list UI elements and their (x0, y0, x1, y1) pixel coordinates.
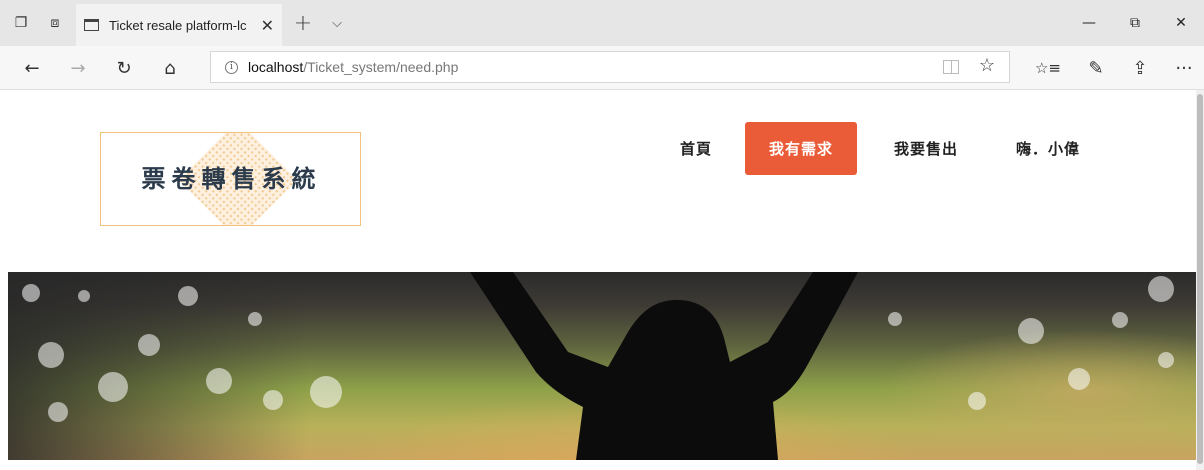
chevron-down-icon: ⌵ (332, 15, 342, 31)
tab-ticket-resale[interactable]: Ticket resale platform-lc ✕ (76, 4, 282, 46)
url-host: localhost (248, 59, 304, 75)
logo-text: 票卷轉售系統 (141, 165, 322, 193)
page-icon (84, 19, 99, 31)
back-button[interactable]: ← (12, 46, 52, 90)
favorites-list-icon: ☆≡ (1034, 59, 1061, 77)
close-icon: ✕ (1175, 15, 1187, 31)
browser-window: ❐ ⧈ Ticket resale platform-lc ✕ + ⌵ — ⧉ … (0, 0, 1204, 470)
arrow-left-icon: ← (24, 57, 40, 79)
nav-need[interactable]: 我有需求 (745, 122, 857, 175)
refresh-icon: ↻ (116, 57, 132, 79)
minimize-button[interactable]: — (1066, 0, 1112, 46)
hero-bottom-edge (8, 460, 1196, 470)
close-window-button[interactable]: ✕ (1158, 0, 1204, 46)
restore-icon: ⧉ (1130, 15, 1140, 31)
favorites-hub-button[interactable]: ☆≡ (1028, 46, 1068, 90)
home-icon: ⌂ (164, 57, 176, 79)
tab-bar: ❐ ⧈ Ticket resale platform-lc ✕ + ⌵ — ⧉ … (0, 0, 1204, 46)
scrollbar-thumb[interactable] (1197, 94, 1203, 464)
nav-sell[interactable]: 我要售出 (874, 122, 978, 175)
new-tab-button[interactable]: + (286, 0, 320, 46)
ink-button[interactable]: ✎ (1076, 46, 1116, 90)
url-path: /Ticket_system/need.php (303, 59, 459, 75)
address-bar[interactable]: i localhost/Ticket_system/need.php ☆ (210, 51, 1010, 83)
star-icon[interactable]: ☆ (979, 55, 995, 76)
refresh-button[interactable]: ↻ (104, 46, 144, 90)
tab-actions-icon[interactable]: ❐ (4, 0, 38, 46)
nav-home[interactable]: 首頁 (664, 122, 728, 175)
tab-list-button[interactable]: ⌵ (322, 0, 352, 46)
share-button[interactable]: ⇪ (1120, 46, 1160, 90)
home-button[interactable]: ⌂ (150, 46, 190, 90)
restore-button[interactable]: ⧉ (1112, 0, 1158, 46)
more-button[interactable]: ··· (1164, 46, 1204, 90)
info-icon[interactable]: i (225, 60, 238, 74)
more-icon: ··· (1175, 57, 1193, 79)
site-logo[interactable]: 票卷轉售系統 (100, 132, 361, 226)
set-aside-tabs-icon[interactable]: ⧈ (38, 0, 72, 46)
forward-button[interactable]: → (58, 46, 98, 90)
pen-icon: ✎ (1088, 57, 1104, 79)
web-page: 票卷轉售系統 首頁 我有需求 我要售出 嗨．小偉 (0, 90, 1204, 470)
fan-silhouette (470, 272, 858, 460)
close-icon[interactable]: ✕ (261, 16, 274, 35)
share-icon: ⇪ (1132, 57, 1148, 79)
page-scrollbar[interactable] (1196, 90, 1204, 470)
book-icon[interactable] (943, 60, 959, 74)
plus-icon: + (293, 10, 313, 36)
nav-user-greeting[interactable]: 嗨．小偉 (996, 122, 1100, 175)
minimize-icon: — (1082, 15, 1096, 31)
tab-title: Ticket resale platform-lc (109, 17, 247, 33)
arrow-right-icon: → (70, 57, 86, 79)
navigation-bar: ← → ↻ ⌂ i localhost/Ticket_system/need.p… (0, 46, 1204, 90)
hero-banner (8, 272, 1204, 460)
